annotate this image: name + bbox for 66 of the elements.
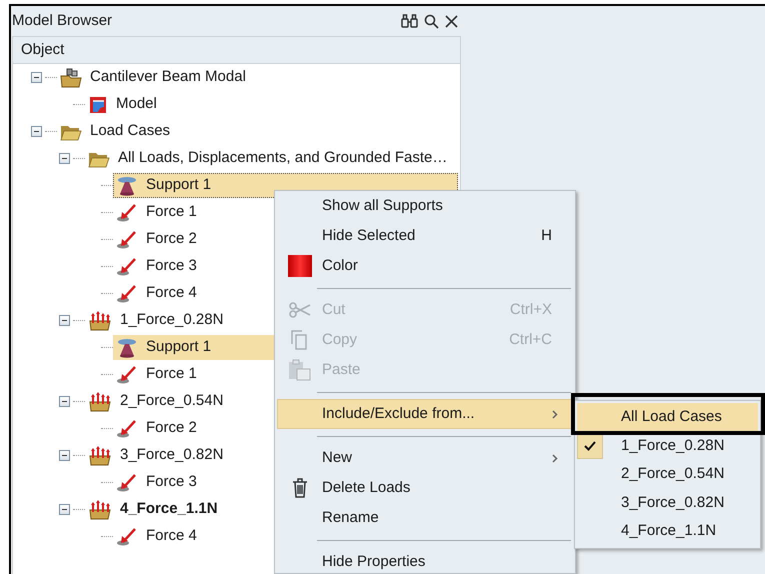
force-icon: [116, 284, 138, 304]
tree-item[interactable]: 2_Force_0.54N: [120, 390, 224, 413]
tree-item[interactable]: Force 4: [146, 282, 197, 305]
menu-item[interactable]: New: [277, 443, 573, 473]
submenu-item[interactable]: 4_Force_1.1N: [577, 517, 758, 546]
load-case-icon: [88, 310, 112, 330]
paste-icon: [288, 359, 312, 381]
collapse-toggle[interactable]: [31, 72, 42, 83]
force-icon: [116, 256, 138, 276]
assembly-icon: [60, 68, 82, 88]
tree-item[interactable]: 3_Force_0.82N: [120, 444, 224, 467]
binoculars-icon[interactable]: [401, 14, 418, 28]
column-header[interactable]: Object: [13, 37, 460, 64]
tree-item[interactable]: Load Cases: [90, 120, 170, 143]
support-icon: [116, 176, 138, 196]
close-icon[interactable]: [445, 14, 458, 28]
tree-item[interactable]: Force 3: [146, 471, 197, 494]
tree-item[interactable]: Force 1: [146, 201, 197, 224]
collapse-toggle[interactable]: [59, 153, 70, 164]
menu-item[interactable]: Include/Exclude from...: [277, 399, 573, 429]
model-icon: [88, 94, 108, 114]
menu-item[interactable]: Color: [277, 251, 573, 281]
collapse-toggle[interactable]: [31, 126, 42, 137]
menu-item[interactable]: Hide Properties: [277, 547, 573, 573]
tree-item[interactable]: Force 4: [146, 525, 197, 548]
menu-item[interactable]: Delete Loads: [277, 473, 573, 503]
panel-title: Model Browser: [12, 10, 112, 31]
support-icon: [116, 338, 138, 358]
collapse-toggle[interactable]: [59, 450, 70, 461]
force-icon: [116, 202, 138, 222]
collapse-toggle[interactable]: [59, 396, 70, 407]
search-icon[interactable]: [424, 14, 439, 28]
trash-icon: [292, 478, 308, 498]
submenu-item[interactable]: 2_Force_0.54N: [577, 460, 758, 488]
tree-item[interactable]: 1_Force_0.28N: [120, 309, 224, 332]
force-icon: [116, 418, 138, 438]
force-icon: [116, 472, 138, 492]
collapse-toggle[interactable]: [59, 315, 70, 326]
menu-item[interactable]: Show all Supports: [277, 191, 573, 221]
tree-item[interactable]: Cantilever Beam Modal: [90, 66, 246, 89]
tree-item[interactable]: 4_Force_1.1N: [120, 498, 218, 521]
load-case-icon: [88, 392, 112, 412]
chevron-icon: [552, 454, 558, 462]
tree-item[interactable]: Support 1: [146, 336, 212, 359]
load-case-icon: [88, 446, 112, 466]
force-icon: [116, 526, 138, 546]
submenu-item[interactable]: All Load Cases: [577, 403, 758, 432]
tree-item[interactable]: Model: [116, 93, 157, 116]
tree-item[interactable]: Force 1: [146, 363, 197, 386]
tree-item[interactable]: All Loads, Displacements, and Grounded Faste…: [118, 147, 448, 170]
tree-item[interactable]: Force 2: [146, 228, 197, 251]
scissors-icon: [289, 302, 311, 318]
force-icon: [116, 364, 138, 384]
submenu-item[interactable]: 1_Force_0.28N: [577, 432, 758, 460]
tree-item[interactable]: Force 3: [146, 255, 197, 278]
copy-icon: [291, 330, 309, 350]
tree-item[interactable]: Force 2: [146, 417, 197, 440]
menu-item[interactable]: Rename: [277, 503, 573, 533]
chevron-icon: [552, 410, 558, 418]
force-icon: [116, 230, 138, 250]
menu-item[interactable]: Hide Selected H: [277, 221, 573, 251]
load-case-icon: [88, 500, 112, 520]
submenu-item[interactable]: 3_Force_0.82N: [577, 488, 758, 517]
color-swatch: [288, 255, 312, 277]
tree-item[interactable]: Support 1: [146, 174, 212, 197]
collapse-toggle[interactable]: [59, 504, 70, 515]
